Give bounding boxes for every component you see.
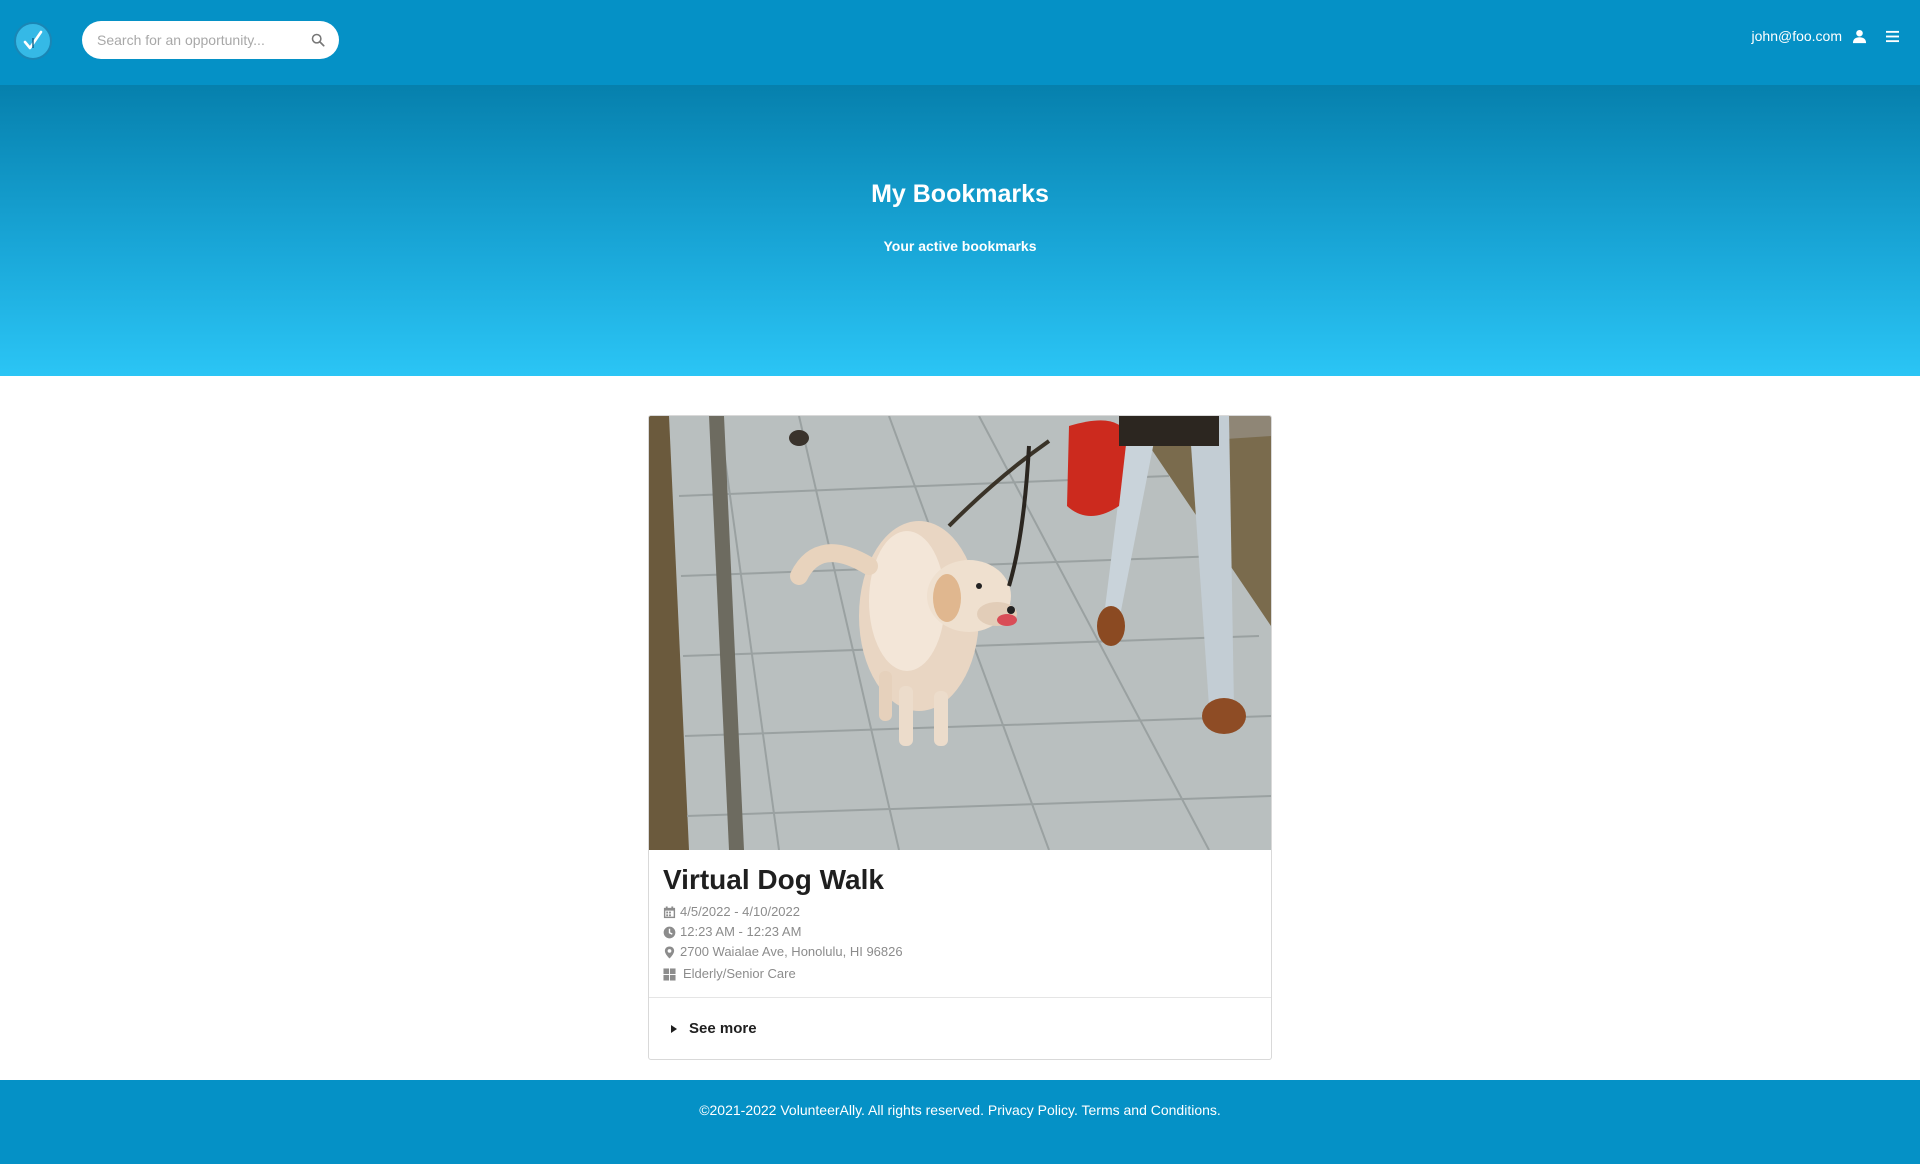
search-bar (82, 21, 339, 59)
category-grid-icon (663, 967, 676, 981)
hamburger-menu-icon[interactable] (1885, 30, 1900, 43)
top-navbar: john@foo.com (0, 0, 1920, 85)
see-more-label: See more (689, 1020, 757, 1037)
card-body: Virtual Dog Walk 4/5/2022 - 4/10/2022 12… (649, 850, 1271, 984)
time-range: 12:23 AM - 12:23 AM (680, 924, 802, 939)
user-email-link[interactable]: john@foo.com (1752, 28, 1842, 44)
user-icon[interactable] (1852, 29, 1867, 44)
volunteerally-logo-icon[interactable] (14, 22, 52, 60)
search-input[interactable] (97, 32, 309, 48)
page-subtitle: Your active bookmarks (883, 238, 1037, 254)
time-row: 12:23 AM - 12:23 AM (663, 922, 1257, 942)
see-more-toggle[interactable]: See more (649, 997, 1271, 1059)
check-mark-icon (23, 30, 43, 50)
category-row: Elderly/Senior Care (663, 964, 1257, 984)
address-row: 2700 Waialae Ave, Honolulu, HI 96826 (663, 942, 1257, 962)
category: Elderly/Senior Care (683, 966, 796, 981)
dog-walk-photo[interactable] (649, 416, 1271, 850)
address: 2700 Waialae Ave, Honolulu, HI 96826 (680, 944, 903, 959)
copyright-text: ©2021-2022 VolunteerAlly. All rights res… (699, 1102, 984, 1118)
privacy-policy-link[interactable]: Privacy Policy. (988, 1102, 1078, 1118)
date-row: 4/5/2022 - 4/10/2022 (663, 902, 1257, 922)
date-range: 4/5/2022 - 4/10/2022 (680, 904, 800, 919)
bookmark-card[interactable]: Virtual Dog Walk 4/5/2022 - 4/10/2022 12… (648, 415, 1272, 1060)
opportunity-title[interactable]: Virtual Dog Walk (663, 864, 1257, 896)
page-footer: ©2021-2022 VolunteerAlly. All rights res… (0, 1080, 1920, 1164)
page-hero: My Bookmarks Your active bookmarks (0, 85, 1920, 376)
clock-icon (663, 926, 676, 938)
user-area: john@foo.com (1752, 28, 1900, 44)
search-icon[interactable] (309, 31, 327, 49)
calendar-icon (663, 905, 676, 918)
page-title: My Bookmarks (871, 180, 1049, 208)
caret-right-icon (671, 1024, 677, 1033)
map-pin-icon (664, 945, 675, 959)
terms-and-conditions-link[interactable]: Terms and Conditions. (1082, 1102, 1221, 1118)
